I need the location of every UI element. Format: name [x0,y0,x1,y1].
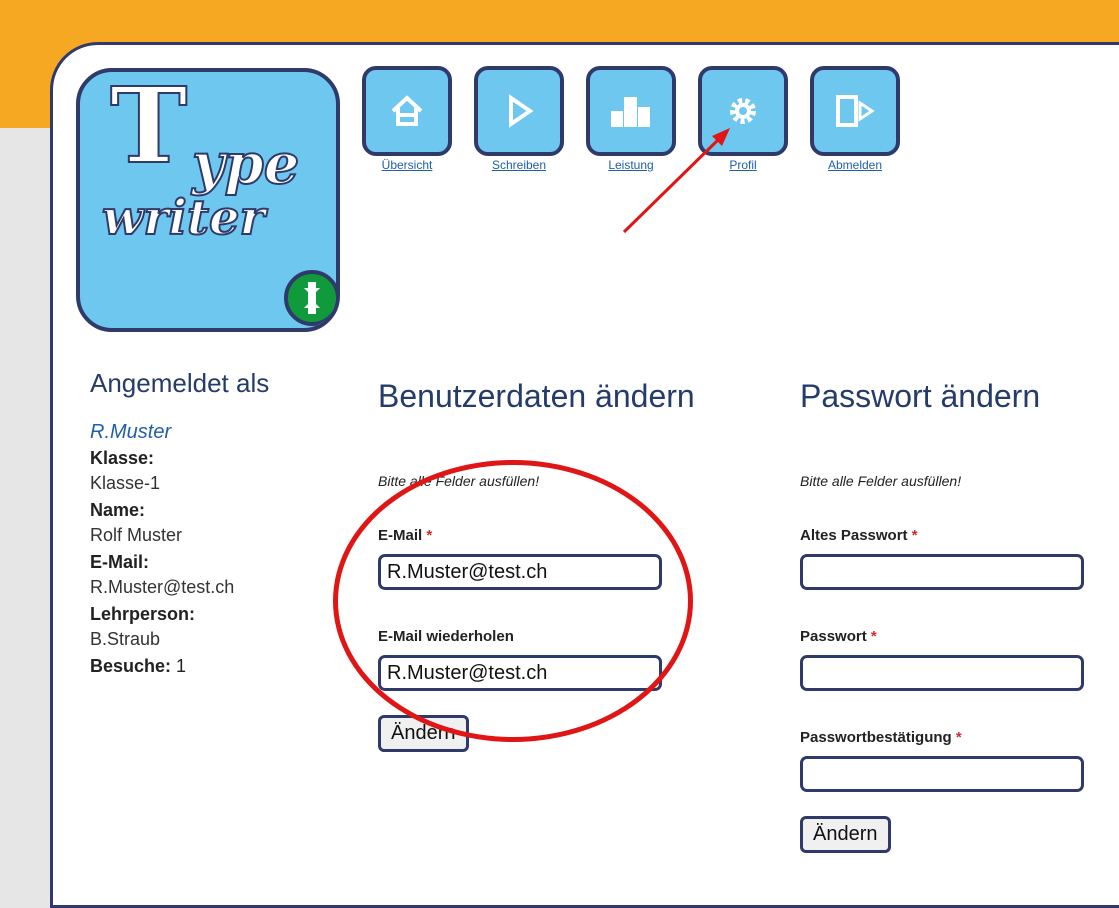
email-field[interactable]: R.Muster@test.ch [378,554,662,590]
email-value: R.Muster@test.ch [90,577,235,597]
old-password-field[interactable] [800,554,1084,590]
old-password-label: Altes Passwort * [800,527,918,544]
nav-schreiben[interactable]: Schreiben [474,66,584,176]
nav-label: Leistung [608,158,654,172]
class-value: Klasse-1 [90,473,161,493]
nav-ubersicht[interactable]: Übersicht [362,66,472,176]
canton-badge-icon [284,270,336,326]
nav-label: Übersicht [381,158,433,172]
play-icon [474,66,564,156]
userdata-title: Benutzerdaten ändern [378,378,695,414]
password-title: Passwort ändern [800,378,1041,414]
logout-icon [810,66,900,156]
nav-label: Schreiben [491,158,547,172]
nav-profil[interactable]: Profil [698,66,808,176]
name-value: Rolf Muster [90,525,183,545]
email-field-label: E-Mail * [378,527,433,544]
visits-value: 1 [176,656,187,676]
visits-label: Besuche: [90,656,172,676]
userdata-hint: Bitte alle Felder ausfüllen! [378,473,540,489]
new-password-field[interactable] [800,655,1084,691]
account-sidebar: Angemeldet als R.Muster Klasse: Klasse-1… [90,368,330,677]
class-label: Klasse: [90,448,155,468]
confirm-password-field[interactable] [800,756,1084,792]
required-mark: * [426,527,433,544]
change-password-button[interactable]: Ändern [800,816,891,853]
username: R.Muster [90,421,172,443]
sidebar-title: Angemeldet als [90,368,270,398]
nav-label: Abmelden [827,158,883,172]
required-mark: * [955,729,962,746]
userdata-section: Benutzerdaten ändern Bitte alle Felder a… [378,378,695,752]
required-mark: * [911,527,918,544]
gear-icon [698,66,788,156]
password-hint: Bitte alle Felder ausfüllen! [800,473,962,489]
typewriter-logo[interactable]: T ype writer [76,68,340,332]
nav-leistung[interactable]: Leistung [586,66,696,176]
required-mark: * [870,628,877,645]
confirm-password-label: Passwortbestätigung * [800,729,962,746]
change-userdata-button[interactable]: Ändern [378,715,469,752]
email-repeat-field-label: E-Mail wiederholen [378,628,514,645]
nav-label: Profil [729,158,757,172]
bars-icon [586,66,676,156]
teacher-label: Lehrperson: [90,604,196,624]
email-label: E-Mail: [90,552,150,572]
email-repeat-field[interactable]: R.Muster@test.ch [378,655,662,691]
name-label: Name: [90,500,146,520]
nav-abmelden[interactable]: Abmelden [810,66,920,176]
teacher-value: B.Straub [90,629,161,649]
home-icon [362,66,452,156]
password-section: Passwort ändern Bitte alle Felder ausfül… [800,378,1084,853]
new-password-label: Passwort * [800,628,877,645]
